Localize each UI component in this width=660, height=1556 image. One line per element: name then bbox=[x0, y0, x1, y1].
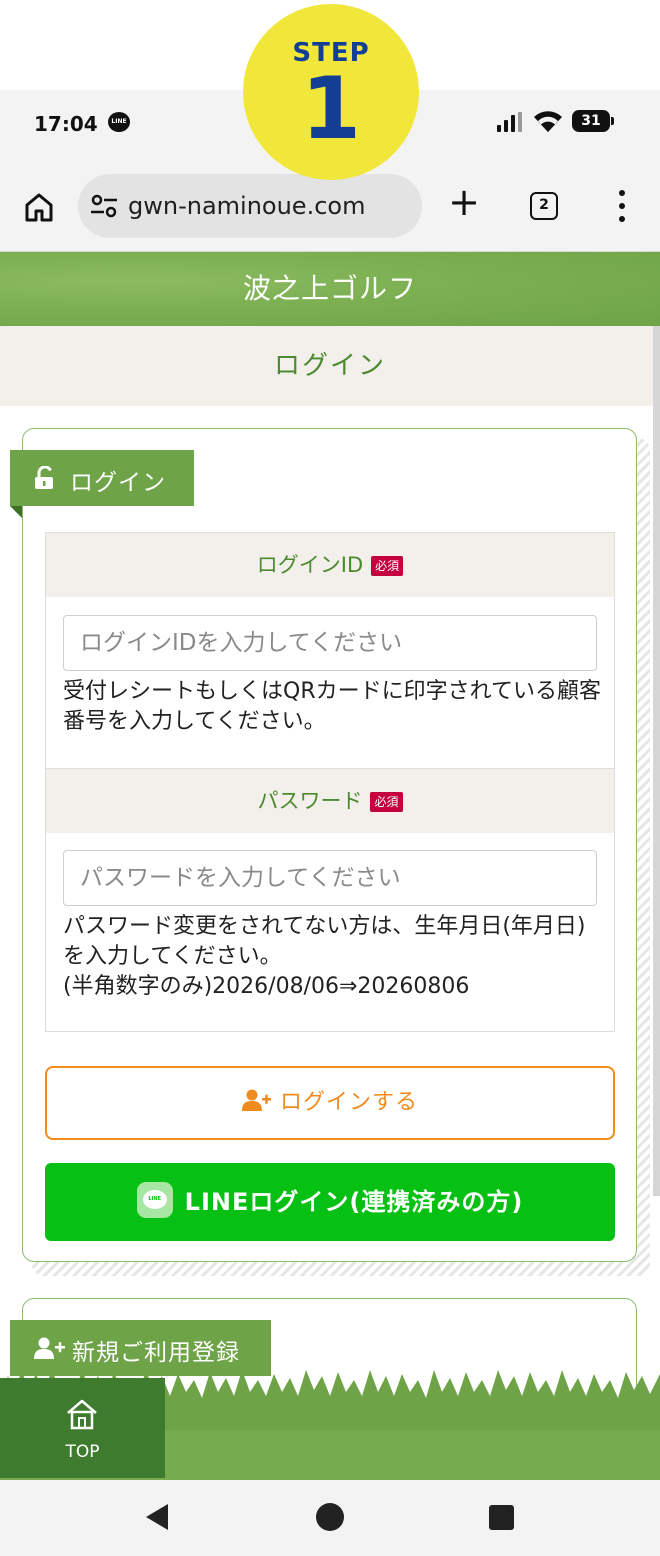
login-button-label: ログインする bbox=[279, 1090, 418, 1115]
status-time: 17:04 bbox=[34, 112, 98, 136]
unlock-icon bbox=[35, 466, 53, 489]
more-icon[interactable] bbox=[612, 188, 632, 224]
step-badge: STEP 1 bbox=[243, 4, 419, 180]
user-plus-icon bbox=[241, 1089, 271, 1111]
line-logo-icon: LINE bbox=[136, 1182, 173, 1218]
password-example: (半角数字のみ)2026/08/06⇒20260806 bbox=[63, 974, 470, 999]
login-card-tab: ログイン bbox=[10, 450, 194, 506]
line-login-label: LINEログイン(連携済みの方) bbox=[184, 1188, 524, 1216]
step-number: 1 bbox=[301, 59, 361, 159]
new-tab-plus-icon[interactable]: + bbox=[448, 183, 480, 221]
login-id-header: ログインID 必須 bbox=[46, 533, 614, 597]
line-login-button[interactable]: LINE LINEログイン(連携済みの方) bbox=[45, 1163, 615, 1241]
login-id-input[interactable] bbox=[63, 615, 597, 671]
tabs-icon[interactable]: 2 bbox=[530, 192, 558, 220]
login-id-help: 受付レシートもしくはQRカードに印字されている顧客番号を入力してください。 bbox=[63, 679, 601, 734]
password-input[interactable] bbox=[63, 850, 597, 906]
battery-tip bbox=[611, 117, 614, 125]
site-title[interactable]: 波之上ゴルフ bbox=[0, 252, 660, 326]
password-label: パスワード bbox=[257, 789, 363, 813]
url-text: gwn-naminoue.com bbox=[128, 192, 366, 220]
battery-icon: 31 bbox=[572, 110, 610, 132]
scrollbar[interactable] bbox=[653, 326, 660, 1196]
required-badge: 必須 bbox=[371, 556, 404, 576]
login-id-label: ログインID bbox=[256, 553, 364, 577]
recents-icon[interactable] bbox=[489, 1505, 514, 1530]
footer-top-nav[interactable]: TOP bbox=[0, 1378, 165, 1478]
line-logo-text: LINE bbox=[142, 1190, 167, 1209]
circle-home-icon[interactable] bbox=[316, 1503, 344, 1531]
password-header: パスワード 必須 bbox=[46, 769, 614, 833]
line-notification-icon: LINE bbox=[108, 112, 130, 132]
address-bar[interactable]: gwn-naminoue.com bbox=[78, 174, 422, 238]
tune-icon[interactable] bbox=[90, 194, 118, 218]
required-badge: 必須 bbox=[370, 792, 403, 812]
wifi-icon bbox=[534, 111, 562, 132]
footer-top-label: TOP bbox=[65, 1442, 100, 1462]
home-icon bbox=[67, 1399, 97, 1430]
card-tab-fold bbox=[10, 506, 22, 518]
cellular-signal-icon bbox=[497, 112, 523, 132]
page-title-bar: ログイン bbox=[0, 326, 660, 406]
android-navigation-bar bbox=[0, 1478, 660, 1556]
page-title: ログイン bbox=[273, 351, 386, 381]
login-form: ログインID 必須 受付レシートもしくはQRカードに印字されている顧客番号を入力し… bbox=[45, 532, 615, 1032]
password-help: パスワード変更をされてない方は、生年月日(年月日)を入力してください。 bbox=[63, 914, 586, 969]
home-icon[interactable] bbox=[22, 190, 56, 224]
login-card-tab-label: ログイン bbox=[70, 470, 166, 496]
site-header: 波之上ゴルフ bbox=[0, 252, 660, 326]
back-icon[interactable] bbox=[146, 1504, 168, 1530]
login-button[interactable]: ログインする bbox=[45, 1066, 615, 1140]
